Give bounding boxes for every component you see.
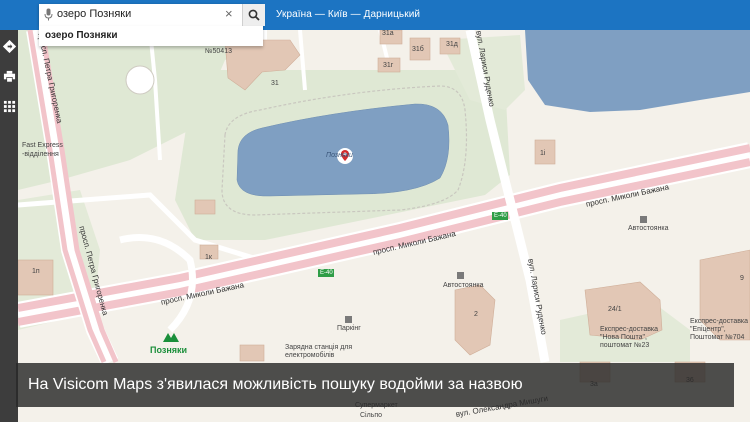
label-9: 9 [740,275,744,282]
breadcrumb[interactable]: Україна — Київ — Дарницький [276,9,420,20]
clear-icon[interactable]: × [225,7,233,21]
search-box: озеро Позняки × [39,4,263,26]
directions-button[interactable] [0,36,18,56]
search-input[interactable]: озеро Позняки [57,8,131,20]
grid-icon [3,100,15,112]
label-24-1: 24/1 [608,306,622,313]
search-suggestion[interactable]: озеро Позняки [39,26,263,46]
map-canvas[interactable] [0,0,750,422]
label-bottom-2: Сільпо [360,412,383,419]
metro-label: Позняки [150,345,188,355]
directions-icon [2,39,16,53]
label-31b: 31б [412,46,424,53]
label-parking-3: Паркінг [337,325,361,332]
label-1k: 1к [205,254,212,261]
label-2: 2 [474,311,478,318]
label-parking-2: Автостоянка [443,282,484,289]
search-icon [248,9,260,21]
caption-text: На Visicom Maps з'явилася можливість пош… [28,376,523,393]
label-ev-station: Зарядна станція для електромобілів [285,344,353,359]
label-31: 31 [271,80,279,87]
label-parking-1: Автостоянка [628,225,669,232]
label-lake: Позняки [326,152,353,159]
suggestion-label: озеро Позняки [45,30,118,41]
label-express-1: Експрес-доставка "Нова Пошта", поштомат … [600,326,659,349]
microphone-icon[interactable] [44,8,53,21]
label-fast-sub: -відділення [22,151,59,158]
label-1p: 1п [32,268,40,275]
label-express-2: Експрес-доставка "Епіцентр", Поштомат №7… [690,318,749,341]
label-31a: 31а [382,30,394,37]
label-fast-express: Fast Express [22,142,63,149]
label-e40-1: Е-40 [494,213,507,219]
caption-banner: На Visicom Maps з'явилася можливість пош… [16,363,734,407]
printer-icon [3,70,15,82]
print-button[interactable] [0,66,18,86]
apps-button[interactable] [0,96,18,116]
label-50413: №50413 [205,48,232,55]
label-31g: 31г [383,62,394,69]
label-31d: 31д [446,41,458,48]
search-button[interactable] [242,4,265,26]
label-1i: 1і [540,150,546,157]
label-e40-2: Е-40 [320,270,333,276]
